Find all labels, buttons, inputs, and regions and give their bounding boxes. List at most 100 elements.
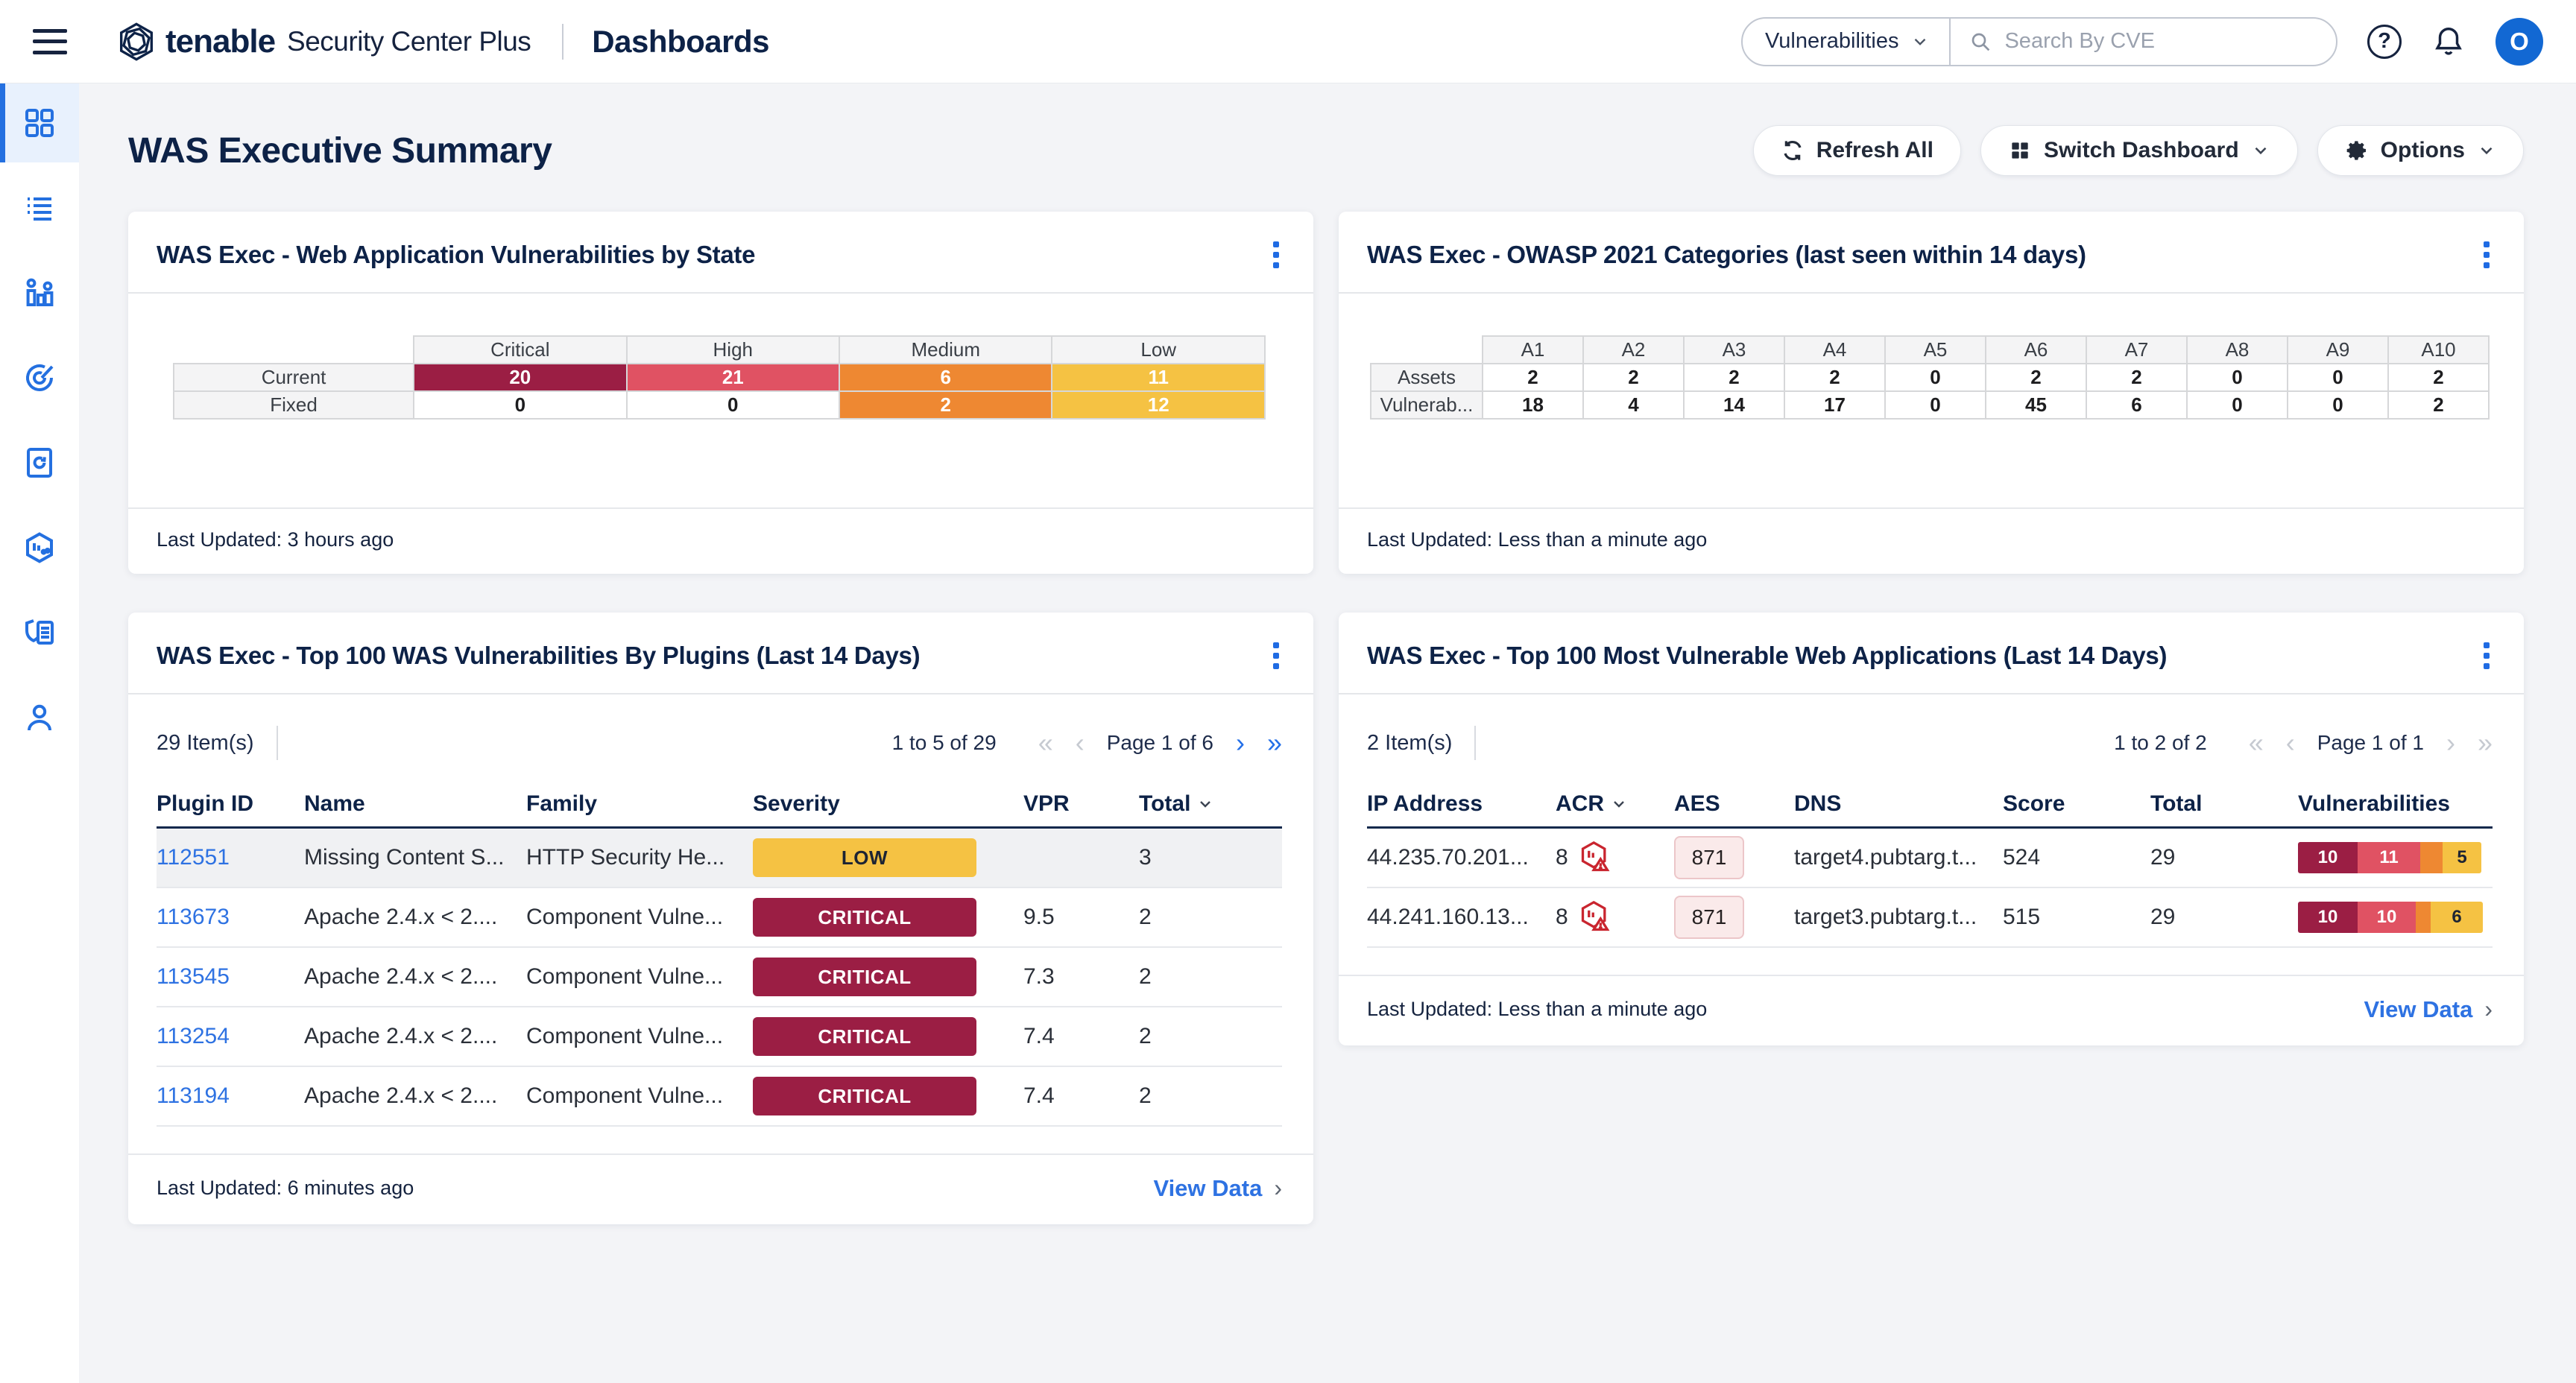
table-row[interactable]: 44.241.160.13... 8 871 target3.pubtarg.t…: [1367, 888, 2493, 948]
plugin-id-link[interactable]: 113673: [157, 905, 304, 930]
severity-badge: CRITICAL: [753, 1077, 976, 1115]
column-header-score[interactable]: Score: [2003, 791, 2150, 817]
prev-page-icon[interactable]: ‹: [1076, 730, 1085, 756]
refresh-all-label: Refresh All: [1816, 138, 1933, 163]
column-header-ip[interactable]: IP Address: [1367, 791, 1556, 817]
pagination: 1 to 2 of 2 « ‹ Page 1 of 1 › »: [2114, 730, 2493, 756]
plugin-name: Apache 2.4.x < 2....: [304, 905, 526, 930]
total-value: 2: [1139, 1024, 1282, 1049]
sidebar-item-analysis[interactable]: [0, 168, 79, 247]
pagination-range: 1 to 2 of 2: [2114, 731, 2207, 755]
aes-score-box: 871: [1674, 836, 1744, 879]
last-updated: Last Updated: 6 minutes ago: [157, 1177, 414, 1200]
matrix-cell: 4: [1583, 391, 1684, 419]
last-page-icon[interactable]: »: [2478, 730, 2493, 756]
kebab-menu-icon[interactable]: [1269, 638, 1284, 674]
column-header-vpr[interactable]: VPR: [1023, 791, 1139, 817]
matrix-cell: 21: [627, 364, 839, 391]
sidebar-item-solutions[interactable]: [0, 253, 79, 332]
sidebar-item-dashboards[interactable]: [0, 83, 79, 162]
notifications-button[interactable]: [2431, 25, 2466, 59]
column-header-name[interactable]: Name: [304, 791, 526, 817]
view-data-link[interactable]: View Data ›: [2364, 996, 2493, 1023]
plugin-id-link[interactable]: 113545: [157, 964, 304, 990]
table-row[interactable]: 44.235.70.201... 8 871 target4.pubtarg.t…: [1367, 829, 2493, 888]
plugin-family: Component Vulne...: [526, 905, 753, 930]
sort-chevron-down-icon: [1610, 795, 1628, 813]
panel-title: WAS Exec - Top 100 WAS Vulnerabilities B…: [157, 642, 920, 670]
column-header-vulnerabilities[interactable]: Vulnerabilities: [2298, 791, 2493, 817]
matrix-cell: 18: [1483, 391, 1583, 419]
chevron-down-icon: [2251, 141, 2270, 160]
plugin-family: Component Vulne...: [526, 964, 753, 990]
search-input[interactable]: [2004, 29, 2318, 54]
panel-title: WAS Exec - OWASP 2021 Categories (last s…: [1367, 241, 2086, 269]
options-button[interactable]: Options: [2317, 125, 2524, 176]
plugins-table: Plugin ID Name Family Severity VPR Total…: [128, 781, 1313, 1153]
column-header-acr[interactable]: ACR: [1556, 791, 1674, 817]
user-avatar[interactable]: O: [2496, 18, 2543, 66]
column-header: Critical: [414, 336, 626, 364]
bar-segment-high: 10: [2358, 902, 2416, 933]
column-header-total[interactable]: Total: [1139, 791, 1282, 817]
sidebar-item-policies[interactable]: [0, 593, 79, 672]
prev-page-icon[interactable]: ‹: [2286, 730, 2295, 756]
matrix-cell: 2: [1684, 364, 1784, 391]
refresh-all-button[interactable]: Refresh All: [1753, 125, 1961, 176]
total-value: 2: [1139, 1083, 1282, 1109]
kebab-menu-icon[interactable]: [2479, 638, 2494, 674]
matrix-cell: 14: [1684, 391, 1784, 419]
acr-alert-hexagon-icon[interactable]: [1579, 840, 1611, 876]
column-header-aes[interactable]: AES: [1674, 791, 1794, 817]
table-row[interactable]: 113194 Apache 2.4.x < 2.... Component Vu…: [157, 1067, 1282, 1127]
table-row[interactable]: 112551 Missing Content S... HTTP Securit…: [157, 829, 1282, 888]
sidebar-item-users[interactable]: [0, 678, 79, 757]
column-header-plugin-id[interactable]: Plugin ID: [157, 791, 304, 817]
table-row[interactable]: 113254 Apache 2.4.x < 2.... Component Vu…: [157, 1007, 1282, 1067]
first-page-icon[interactable]: «: [2249, 730, 2264, 756]
column-header: A8: [2187, 336, 2288, 364]
chevron-right-icon: ›: [1274, 1174, 1282, 1202]
matrix-cell: 2: [1483, 364, 1583, 391]
view-data-link[interactable]: View Data ›: [1153, 1174, 1282, 1202]
acr-value: 8: [1556, 905, 1568, 930]
matrix-cell: 6: [839, 364, 1052, 391]
vpr-value: 7.4: [1023, 1024, 1139, 1049]
matrix-cell: 0: [2288, 364, 2388, 391]
column-header-total[interactable]: Total: [2150, 791, 2298, 817]
bell-icon: [2431, 25, 2466, 59]
severity-badge: CRITICAL: [753, 898, 976, 937]
acr-alert-hexagon-icon[interactable]: [1579, 899, 1611, 935]
panel-title: WAS Exec - Top 100 Most Vulnerable Web A…: [1367, 642, 2167, 670]
matrix-cell: 11: [1052, 364, 1265, 391]
next-page-icon[interactable]: ›: [1236, 730, 1245, 756]
sort-chevron-down-icon: [1196, 795, 1214, 813]
plugin-name: Apache 2.4.x < 2....: [304, 964, 526, 990]
tenable-logo-icon: [115, 20, 158, 63]
table-row[interactable]: 113545 Apache 2.4.x < 2.... Component Vu…: [157, 948, 1282, 1007]
plugin-id-link[interactable]: 113254: [157, 1024, 304, 1049]
bar-segment-high: 11: [2358, 842, 2420, 873]
sidebar-item-scans[interactable]: [0, 338, 79, 417]
first-page-icon[interactable]: «: [1038, 730, 1053, 756]
matrix-cell: 0: [2288, 391, 2388, 419]
next-page-icon[interactable]: ›: [2446, 730, 2455, 756]
plugin-id-link[interactable]: 112551: [157, 845, 304, 870]
column-header-dns[interactable]: DNS: [1794, 791, 2003, 817]
last-page-icon[interactable]: »: [1267, 730, 1282, 756]
hamburger-menu-icon[interactable]: [33, 29, 67, 54]
plugin-id-link[interactable]: 113194: [157, 1083, 304, 1109]
search-scope-dropdown[interactable]: Vulnerabilities: [1743, 19, 1951, 65]
table-row[interactable]: 113673 Apache 2.4.x < 2.... Component Vu…: [157, 888, 1282, 948]
brand: tenable Security Center Plus: [115, 20, 531, 63]
switch-dashboard-button[interactable]: Switch Dashboard: [1980, 125, 2298, 176]
column-header: A6: [1986, 336, 2086, 364]
kebab-menu-icon[interactable]: [2479, 237, 2494, 273]
sidebar-item-assets[interactable]: [0, 508, 79, 587]
kebab-menu-icon[interactable]: [1269, 237, 1284, 273]
column-header-family[interactable]: Family: [526, 791, 753, 817]
options-label: Options: [2381, 138, 2465, 163]
column-header-severity[interactable]: Severity: [753, 791, 1023, 817]
help-button[interactable]: ?: [2367, 25, 2402, 59]
sidebar-item-scan-results[interactable]: [0, 423, 79, 502]
